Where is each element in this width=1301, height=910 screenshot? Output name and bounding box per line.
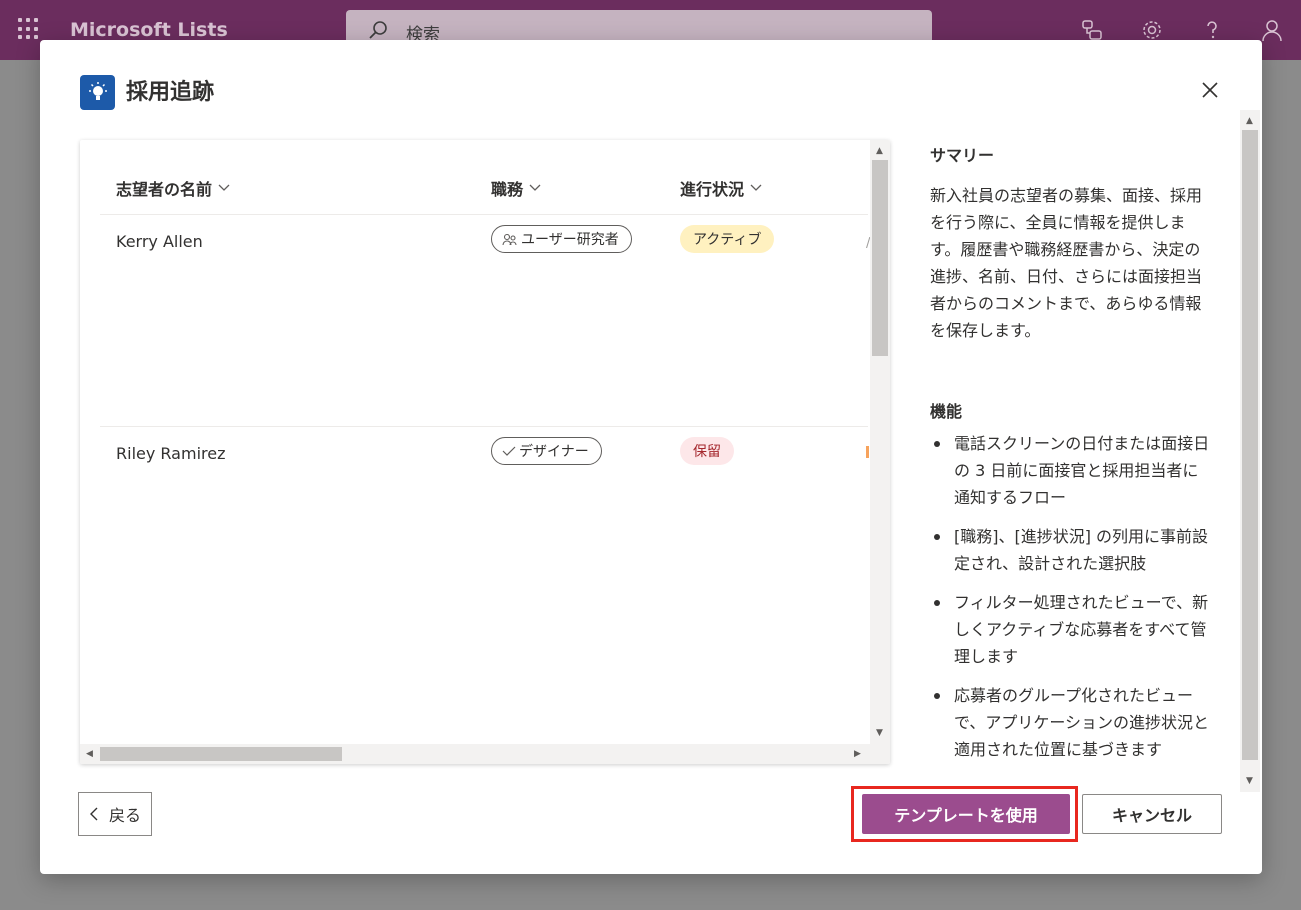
scroll-right-icon[interactable]: ▶: [854, 749, 861, 759]
details-scrollbar[interactable]: ▲ ▼: [1240, 110, 1260, 792]
horizontal-scrollbar[interactable]: ◀ ▶: [80, 744, 890, 764]
scroll-down-icon[interactable]: ▼: [1246, 776, 1253, 786]
list-item: 応募者のグループ化されたビューで、アプリケーションの進捗状況と適用された位置に基…: [930, 682, 1210, 763]
teams-flow-icon[interactable]: [1080, 18, 1104, 42]
column-header-name[interactable]: 志望者の名前: [116, 176, 230, 200]
scroll-up-icon[interactable]: ▲: [876, 146, 883, 156]
account-icon[interactable]: [1260, 18, 1284, 42]
summary-title: サマリー: [930, 146, 995, 165]
lightbulb-icon: [80, 75, 115, 110]
chevron-left-icon: [89, 807, 98, 821]
use-template-button[interactable]: テンプレートを使用: [862, 794, 1070, 834]
scroll-left-icon[interactable]: ◀: [86, 749, 93, 759]
column-header-status[interactable]: 進行状況: [680, 176, 762, 200]
chevron-down-icon: [529, 184, 541, 191]
list-item: 電話スクリーンの日付または面接日の 3 日前に面接官と採用担当者に通知するフロー: [930, 430, 1210, 511]
features-list: 電話スクリーンの日付または面接日の 3 日前に面接官と採用担当者に通知するフロー…: [930, 430, 1210, 775]
search-icon: [369, 21, 387, 39]
chevron-down-icon: [750, 184, 762, 191]
candidate-name: Kerry Allen: [116, 232, 203, 251]
people-icon: [502, 233, 517, 246]
features-title: 機能: [930, 402, 963, 421]
status-badge: アクティブ: [680, 225, 775, 253]
template-dialog: 採用追跡 志望者の名前 職務 進行状況 Kerry Allen ユーザー研究者 …: [40, 40, 1262, 874]
list-preview: 志望者の名前 職務 進行状況 Kerry Allen ユーザー研究者 アクティブ…: [80, 140, 890, 764]
truncated-cell: [866, 446, 869, 458]
help-icon[interactable]: [1200, 18, 1224, 42]
role-tag: ユーザー研究者: [491, 225, 632, 253]
candidate-name: Riley Ramirez: [116, 444, 226, 463]
chevron-down-icon: [218, 184, 230, 191]
scrollbar-thumb[interactable]: [1242, 130, 1258, 760]
list-item: フィルター処理されたビューで、新しくアクティブな応募者をすべて管理します: [930, 589, 1210, 670]
app-launcher-icon[interactable]: [18, 18, 40, 40]
gear-icon[interactable]: [1140, 18, 1164, 42]
scrollbar-thumb[interactable]: [872, 160, 888, 356]
scroll-down-icon[interactable]: ▼: [876, 728, 883, 738]
list-item: [職務]、[進捗状況] の列用に事前設定され、設計された選択肢: [930, 523, 1210, 577]
role-tag: デザイナー: [491, 437, 602, 465]
vertical-scrollbar[interactable]: ▲ ▼: [870, 140, 890, 744]
row-divider: [100, 426, 868, 427]
status-badge: 保留: [680, 437, 734, 465]
summary-text: 新入社員の志望者の募集、面接、採用を行う際に、全員に情報を提供します。履歴書や職…: [930, 186, 1203, 340]
app-title: Microsoft Lists: [70, 19, 228, 41]
scroll-up-icon[interactable]: ▲: [1246, 116, 1253, 126]
scrollbar-thumb[interactable]: [100, 747, 342, 761]
cancel-button[interactable]: キャンセル: [1082, 794, 1222, 834]
header-divider: [100, 214, 868, 215]
check-icon: [502, 446, 516, 456]
column-header-role[interactable]: 職務: [491, 176, 541, 200]
dialog-title: 採用追跡: [126, 80, 215, 105]
close-icon[interactable]: [1198, 78, 1222, 102]
back-button[interactable]: 戻る: [78, 792, 152, 836]
template-details: サマリー 新入社員の志望者の募集、面接、採用を行う際に、全員に情報を提供します。…: [910, 110, 1240, 790]
